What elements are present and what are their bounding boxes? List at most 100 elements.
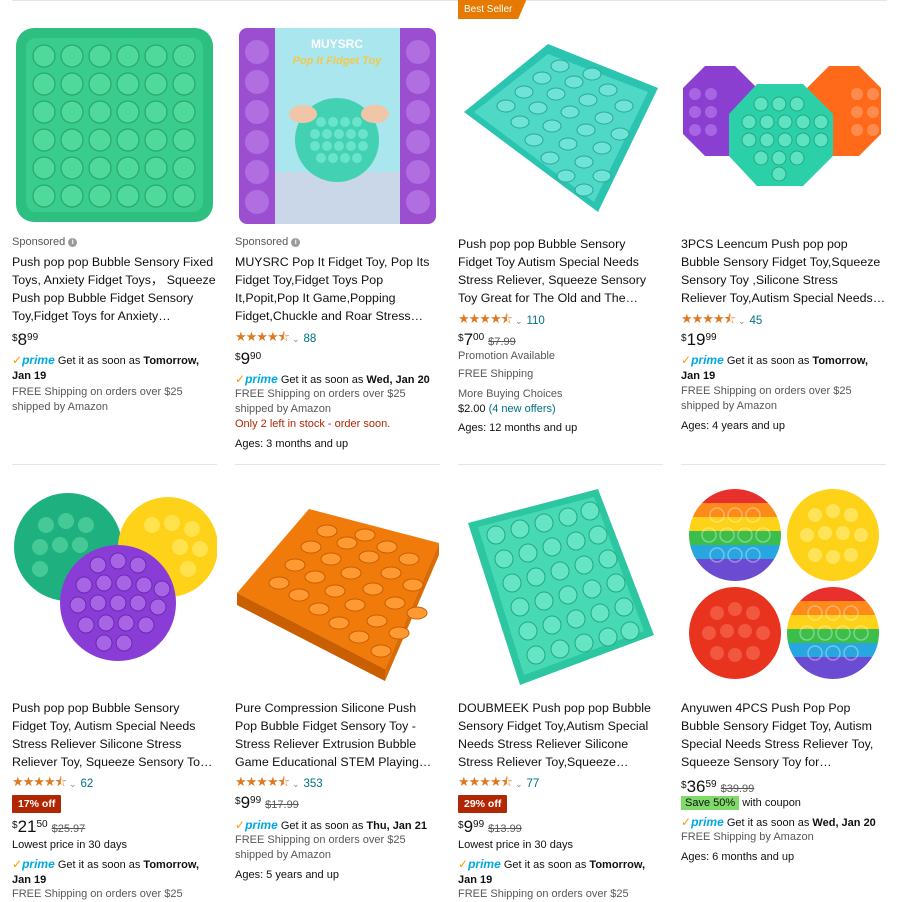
rating[interactable]: ★★★★⯪ ⌄ 110: [458, 310, 545, 332]
green-square-pop-it-image: [16, 28, 213, 222]
product-image[interactable]: [458, 22, 663, 227]
star-rating-icon: ★★★★⯪: [458, 311, 513, 326]
discount-badge: 17% off: [12, 795, 62, 813]
sponsored-label[interactable]: Sponsored i: [12, 236, 78, 248]
product-title[interactable]: Anyuwen 4PCS Push Pop Pop Bubble Sensory…: [681, 699, 886, 771]
price[interactable]: $36 59 $39.99: [681, 778, 754, 796]
product-card[interactable]: Anyuwen 4PCS Push Pop Pop Bubble Sensory…: [681, 485, 886, 902]
search-results-grid: Best Seller Sponsored i Push pop pop Bubb…: [0, 0, 897, 902]
product-image[interactable]: [681, 22, 886, 227]
product-card[interactable]: Pure Compression Silicone Push Pop Bubbl…: [235, 485, 440, 902]
check-icon: ✓: [235, 372, 246, 386]
check-icon: ✓: [235, 818, 246, 832]
prime-badge: ✓prime: [681, 815, 724, 829]
four-rainbow-circles-image: [689, 489, 879, 679]
review-count[interactable]: 353: [303, 778, 322, 790]
more-buying-choices: More Buying Choices: [458, 388, 563, 400]
product-image[interactable]: [458, 485, 663, 690]
divider: [458, 464, 663, 465]
review-count[interactable]: 110: [526, 315, 544, 327]
price[interactable]: $8 99: [12, 331, 38, 349]
shipping-info: FREE Shipping on orders over $25 shipped: [12, 888, 183, 900]
lowest-price-note: Lowest price in 30 days: [458, 839, 573, 851]
rating[interactable]: ★★★★⯪ ⌄ 88: [235, 328, 316, 350]
rating[interactable]: ★★★★⯪ ⌄ 62: [12, 773, 93, 795]
prime-badge: ✓prime: [235, 818, 278, 832]
price[interactable]: $7 00 $7.99: [458, 331, 516, 349]
divider: [235, 464, 440, 465]
product-title[interactable]: Push pop pop Bubble Sensory Fidget Toy A…: [458, 235, 663, 307]
three-octagons-image: [683, 66, 881, 186]
box-brand-text: MUYSRC: [311, 37, 363, 51]
star-rating-icon: ★★★★⯪: [235, 329, 290, 344]
product-card[interactable]: Push pop pop Bubble Sensory Fidget Toy A…: [458, 0, 663, 464]
prime-badge: ✓prime: [235, 372, 278, 386]
product-card[interactable]: Sponsored i Push pop pop Bubble Sensory F…: [12, 0, 217, 464]
shipping-info: FREE Shipping by Amazon: [681, 831, 814, 843]
product-card[interactable]: Push pop pop Bubble Sensory Fidget Toy, …: [12, 485, 217, 902]
product-card[interactable]: DOUBMEEK Push pop pop Bubble Sensory Fid…: [458, 485, 663, 902]
chevron-down-icon[interactable]: ⌄: [292, 334, 300, 345]
review-count[interactable]: 88: [303, 333, 316, 345]
chevron-down-icon[interactable]: ⌄: [738, 316, 746, 327]
promotion-label[interactable]: Promotion Available: [458, 349, 663, 364]
prime-badge: ✓prime: [12, 353, 55, 367]
rating[interactable]: ★★★★⯪ ⌄ 45: [681, 310, 762, 332]
coupon-info[interactable]: Save 50% with coupon: [681, 796, 886, 811]
product-card[interactable]: MUYSRC Pop It Fidget Toy Sponsored i MUYS…: [235, 0, 440, 464]
price[interactable]: $9 99 $17.99: [235, 794, 299, 812]
product-image[interactable]: [12, 22, 217, 227]
review-count[interactable]: 62: [80, 778, 93, 790]
save-coupon-badge[interactable]: Save 50%: [681, 796, 740, 810]
list-price: $7.99: [488, 336, 516, 348]
list-price: $17.99: [265, 799, 299, 811]
delivery-info: ✓prime Get it as soon as Tomorrow, Jan 1…: [12, 353, 200, 382]
shipping-info: FREE Shipping on orders over $25 shipped…: [235, 388, 406, 415]
product-title[interactable]: Push pop pop Bubble Sensory Fixed Toys, …: [12, 253, 217, 325]
rating[interactable]: ★★★★⯪ ⌄ 77: [458, 773, 539, 795]
product-title[interactable]: Push pop pop Bubble Sensory Fidget Toy, …: [12, 699, 217, 771]
age-range: Ages: 4 years and up: [681, 420, 785, 432]
divider: [12, 464, 217, 465]
chevron-down-icon[interactable]: ⌄: [515, 779, 523, 790]
divider: [681, 464, 886, 465]
delivery-info: ✓prime Get it as soon as Wed, Jan 20: [235, 372, 430, 386]
teal-square-pop-it-image: [464, 44, 658, 212]
price[interactable]: $21 50 $25.97: [12, 818, 85, 836]
product-title[interactable]: 3PCS Leencum Push pop pop Bubble Sensory…: [681, 235, 886, 307]
prime-badge: ✓prime: [681, 353, 724, 367]
age-range: Ages: 12 months and up: [458, 422, 578, 434]
product-title[interactable]: Pure Compression Silicone Push Pop Bubbl…: [235, 699, 440, 771]
list-price: $13.99: [488, 823, 522, 835]
rating[interactable]: ★★★★⯪ ⌄ 353: [235, 773, 323, 795]
price[interactable]: $9 90: [235, 350, 261, 368]
star-rating-icon: ★★★★⯪: [12, 774, 67, 789]
product-title[interactable]: MUYSRC Pop It Fidget Toy, Pop Its Fidget…: [235, 253, 440, 325]
sponsored-label[interactable]: Sponsored i: [235, 236, 301, 248]
prime-badge: ✓prime: [12, 857, 55, 871]
price[interactable]: $19 99: [681, 331, 717, 349]
price[interactable]: $9 99 $13.99: [458, 818, 522, 836]
product-image[interactable]: [681, 485, 886, 690]
chevron-down-icon[interactable]: ⌄: [292, 779, 300, 790]
product-image[interactable]: [12, 485, 217, 690]
review-count[interactable]: 45: [749, 315, 762, 327]
delivery-info: ✓prime Get it as soon as Tomorrow, Jan 1…: [12, 857, 200, 886]
review-count[interactable]: 77: [526, 778, 539, 790]
chevron-down-icon[interactable]: ⌄: [69, 779, 77, 790]
product-image[interactable]: [235, 485, 440, 690]
info-icon[interactable]: i: [68, 237, 78, 247]
box-title-text: Pop It Fidget Toy: [293, 55, 383, 67]
age-range: Ages: 3 months and up: [235, 438, 349, 450]
info-icon[interactable]: i: [291, 237, 301, 247]
age-range: Ages: 5 years and up: [235, 869, 339, 881]
product-title[interactable]: DOUBMEEK Push pop pop Bubble Sensory Fid…: [458, 699, 663, 771]
check-icon: ✓: [458, 857, 469, 871]
product-image[interactable]: MUYSRC Pop It Fidget Toy: [235, 22, 440, 227]
check-icon: ✓: [681, 815, 692, 829]
chevron-down-icon[interactable]: ⌄: [515, 316, 523, 327]
discount-badge: 29% off: [458, 795, 508, 813]
more-offers[interactable]: $2.00 (4 new offers): [458, 402, 663, 417]
shipping-info: FREE Shipping: [458, 368, 534, 380]
product-card[interactable]: 3PCS Leencum Push pop pop Bubble Sensory…: [681, 0, 886, 464]
